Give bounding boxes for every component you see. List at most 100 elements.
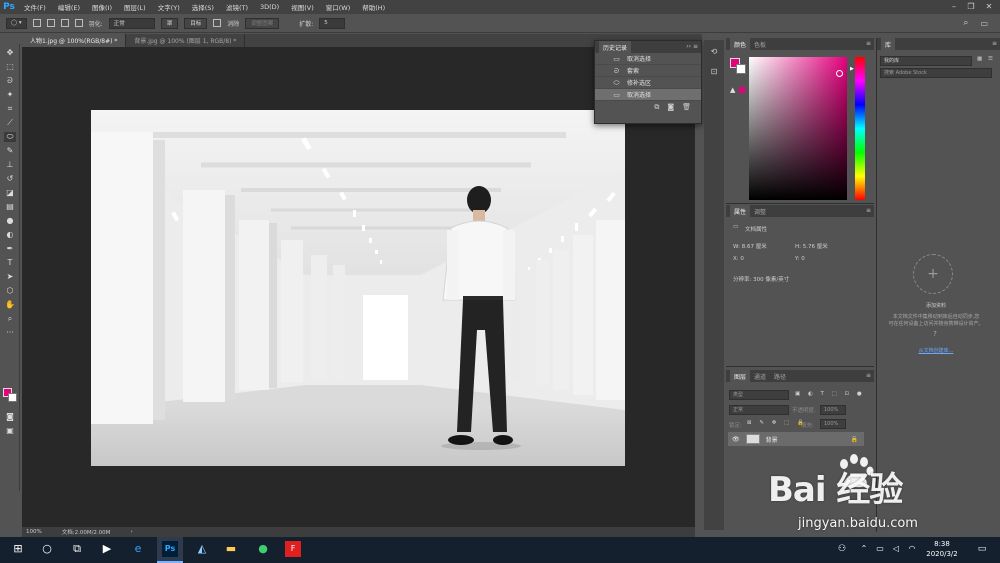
panel-menu-icon[interactable]: ≡ (866, 207, 871, 214)
move-tool-icon[interactable]: ✥ (4, 48, 16, 58)
y-value[interactable]: Y: 0 (795, 256, 805, 262)
restore-icon[interactable]: ❐ (962, 0, 980, 14)
tab-layers[interactable]: 图层 (730, 370, 751, 382)
tab-adjustments[interactable]: 调整 (750, 205, 770, 217)
new-selection-icon[interactable] (32, 19, 41, 27)
trash-icon[interactable]: 🗑 (682, 103, 691, 111)
help-icon[interactable]: ? (928, 330, 942, 338)
history-panel-icon[interactable]: ⟲ (708, 46, 720, 58)
new-document-from-state-icon[interactable]: ⧉ (654, 103, 659, 112)
color-picker-ring[interactable] (836, 70, 843, 77)
panel-menu-icon[interactable]: ≡ (866, 40, 871, 47)
tool-preset-picker[interactable]: ◯ ▾ (6, 17, 27, 29)
stock-search-input[interactable]: 搜索 Adobe Stock (880, 68, 992, 78)
subtract-selection-icon[interactable] (60, 19, 69, 27)
close-icon[interactable]: ✕ (980, 0, 998, 14)
panel-collapse-icon[interactable]: ›› ≡ (686, 43, 698, 50)
history-item[interactable]: ᘐ 套索 (595, 65, 701, 77)
menu-help[interactable]: 帮助(H) (356, 2, 391, 12)
menu-select[interactable]: 选择(S) (186, 2, 220, 12)
width-value[interactable]: W: 8.67 厘米 (733, 242, 767, 250)
lasso-tool-icon[interactable]: ᘐ (4, 76, 16, 86)
menu-file[interactable]: 文件(F) (18, 2, 52, 12)
tab-color[interactable]: 颜色 (730, 38, 751, 50)
hue-arrow-icon[interactable]: ▶ (850, 66, 854, 72)
gamut-warning-icon[interactable]: ▲ (730, 86, 735, 94)
patch-tool-icon[interactable]: ⬭ (4, 132, 16, 142)
snapshot-camera-icon[interactable]: ◙ (667, 103, 674, 111)
dodge-tool-icon[interactable]: ◐ (4, 230, 16, 240)
antialias-checkbox[interactable] (213, 19, 222, 27)
tab-history[interactable]: 历史记录 (599, 41, 632, 53)
panel-menu-icon[interactable]: ≡ (866, 372, 871, 379)
menu-view[interactable]: 视图(V) (285, 2, 320, 12)
source-button[interactable]: 罩 (160, 17, 179, 29)
x-value[interactable]: X: 0 (733, 256, 744, 262)
workspace-icon[interactable]: ▭ (980, 19, 988, 28)
tab-properties[interactable]: 属性 (730, 205, 751, 217)
layer-row[interactable]: 👁 背景 🔒 (728, 432, 864, 446)
crop-tool-icon[interactable]: ⌗ (4, 104, 16, 114)
add-asset-icon[interactable]: + (913, 254, 953, 294)
tab-doc-2[interactable]: 背景.jpg @ 100% (图层 1, RGB/8) * (126, 34, 246, 47)
menu-filter[interactable]: 滤镜(T) (220, 2, 254, 12)
menu-image[interactable]: 图像(I) (86, 2, 118, 12)
intersect-selection-icon[interactable] (74, 19, 83, 27)
network-icon[interactable]: ▭ (872, 541, 888, 557)
create-library-link[interactable]: 从文档创建库... (880, 347, 992, 354)
layer-filter-icons[interactable]: ▣ ◐ T ⬚ ⊡ ● (795, 391, 865, 397)
search-icon[interactable]: ⌕ (963, 18, 968, 28)
app-icon[interactable]: ◭ (194, 541, 210, 557)
volume-icon[interactable]: ◁ (888, 541, 904, 557)
quick-mask-icon[interactable]: ◙ (4, 412, 16, 422)
add-selection-icon[interactable] (46, 19, 55, 27)
feather-select[interactable]: 正常 (108, 17, 155, 29)
tray-expand-icon[interactable]: ⌃ (856, 541, 872, 557)
history-item-selected[interactable]: ▭ 取消选择 (595, 89, 701, 101)
menu-type[interactable]: 文字(Y) (152, 2, 186, 12)
lock-icons[interactable]: ⊠ ✎ ✥ ⬚ 🔒 (747, 420, 807, 426)
taskbar-clock[interactable]: 8:38 2020/3/2 (918, 539, 966, 559)
shape-tool-icon[interactable]: ⬡ (4, 286, 16, 296)
file-explorer-icon[interactable]: ▬ (223, 541, 239, 557)
wechat-icon[interactable]: ● (255, 541, 271, 557)
library-select[interactable]: 我的库 (880, 56, 972, 66)
stamp-tool-icon[interactable]: ⊥ (4, 160, 16, 170)
history-item[interactable]: ▭ 取消选择 (595, 53, 701, 65)
blend-mode-select[interactable]: 正常 (729, 405, 789, 415)
fill-input[interactable]: 100% (820, 419, 846, 429)
eraser-tool-icon[interactable]: ◪ (4, 188, 16, 198)
color-field[interactable] (749, 57, 847, 200)
task-view-icon[interactable]: ⧉ (69, 541, 85, 557)
layer-filter-input[interactable]: 类型 (729, 390, 789, 400)
minimize-icon[interactable]: – (945, 0, 963, 14)
tab-libraries[interactable]: 库 (881, 38, 896, 50)
eyedropper-tool-icon[interactable]: ⟋ (4, 118, 16, 128)
tab-swatches[interactable]: 色板 (750, 38, 770, 50)
tab-doc-1[interactable]: 人物1.jpg @ 100%(RGB/8#) * (22, 34, 127, 47)
foxit-icon[interactable]: F (285, 541, 301, 557)
hand-tool-icon[interactable]: ✋ (4, 300, 16, 310)
panel-background-swatch[interactable] (736, 64, 746, 74)
zoom-tool-icon[interactable]: ⌕ (4, 314, 16, 324)
blur-tool-icon[interactable]: ● (4, 216, 16, 226)
tab-channels[interactable]: 通道 (750, 370, 770, 382)
pen-tool-icon[interactable]: ✒ (4, 244, 16, 254)
people-icon[interactable]: ⚇ (834, 541, 850, 557)
panel-menu-icon[interactable]: ≡ (992, 40, 997, 47)
background-color-swatch[interactable] (8, 393, 17, 402)
target-button[interactable]: 目标 (184, 17, 208, 29)
height-value[interactable]: H: 5.76 厘米 (795, 242, 828, 250)
tab-paths[interactable]: 路径 (770, 370, 790, 382)
opacity-input[interactable]: 100% (820, 405, 846, 415)
document-image[interactable] (91, 110, 625, 466)
notification-icon[interactable]: ▭ (974, 541, 990, 557)
history-brush-tool-icon[interactable]: ↺ (4, 174, 16, 184)
screen-mode-icon[interactable]: ▣ (4, 426, 16, 436)
view-toggle-icons[interactable]: ▦ ☰ (977, 56, 995, 62)
tool-presets-icon[interactable]: ⊡ (708, 66, 720, 78)
zoom-level[interactable]: 100% (26, 529, 42, 535)
path-selection-tool-icon[interactable]: ➤ (4, 272, 16, 282)
use-pattern-button[interactable]: 调整图案 (245, 17, 280, 29)
visibility-eye-icon[interactable]: 👁 (732, 436, 740, 443)
